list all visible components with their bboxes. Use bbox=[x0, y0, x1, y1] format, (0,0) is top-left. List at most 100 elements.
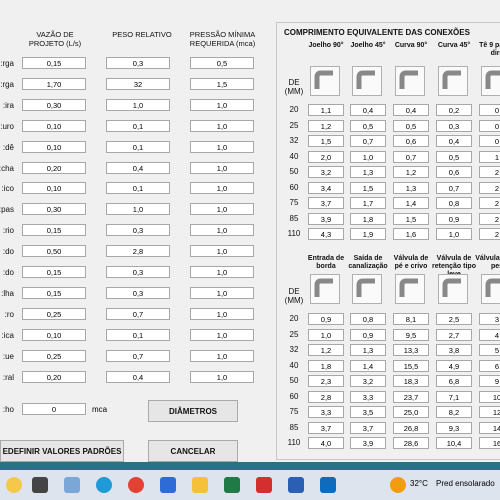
flow-input[interactable]: 0,30 bbox=[22, 203, 86, 215]
equiv-length-cell[interactable]: 0,8 bbox=[436, 197, 472, 209]
weight-input[interactable]: 0,3 bbox=[106, 266, 170, 278]
weight-input[interactable]: 0,4 bbox=[106, 371, 170, 383]
equiv-length-cell[interactable]: 0,9 bbox=[350, 329, 386, 341]
pressure-input[interactable]: 1,0 bbox=[190, 182, 254, 194]
flow-input[interactable]: 0,15 bbox=[22, 287, 86, 299]
equiv-length-cell[interactable]: 3,7 bbox=[308, 197, 344, 209]
equiv-length-cell[interactable]: 2 bbox=[479, 213, 500, 225]
equiv-length-cell[interactable]: 15,5 bbox=[393, 360, 429, 372]
equiv-length-cell[interactable]: 1,8 bbox=[308, 360, 344, 372]
equiv-length-cell[interactable]: 1,9 bbox=[350, 228, 386, 240]
equiv-length-cell[interactable]: 0,9 bbox=[436, 213, 472, 225]
weight-input[interactable]: 0,7 bbox=[106, 350, 170, 362]
equiv-length-cell[interactable]: 3,3 bbox=[308, 406, 344, 418]
equiv-length-cell[interactable]: 10 bbox=[479, 391, 500, 403]
flow-input[interactable]: 0,30 bbox=[22, 99, 86, 111]
equiv-length-cell[interactable]: 1,7 bbox=[350, 197, 386, 209]
pressure-input[interactable]: 1,0 bbox=[190, 350, 254, 362]
task-view-icon[interactable] bbox=[32, 477, 48, 493]
equiv-length-cell[interactable]: 2,5 bbox=[436, 313, 472, 325]
equiv-length-cell[interactable]: 23,7 bbox=[393, 391, 429, 403]
equiv-length-cell[interactable]: 7,1 bbox=[436, 391, 472, 403]
flow-input[interactable]: 0,15 bbox=[22, 224, 86, 236]
equiv-length-cell[interactable]: 1,6 bbox=[393, 228, 429, 240]
equiv-length-cell[interactable]: 0,6 bbox=[436, 166, 472, 178]
pressure-input[interactable]: 1,0 bbox=[190, 266, 254, 278]
pressure-input[interactable]: 1,0 bbox=[190, 141, 254, 153]
edge-icon[interactable] bbox=[96, 477, 112, 493]
pressure-input[interactable]: 1,0 bbox=[190, 329, 254, 341]
equiv-length-cell[interactable]: 6,8 bbox=[436, 375, 472, 387]
flow-input[interactable]: 0,10 bbox=[22, 141, 86, 153]
equiv-length-cell[interactable]: 1,2 bbox=[308, 120, 344, 132]
equiv-length-cell[interactable]: 0,9 bbox=[308, 313, 344, 325]
equiv-length-cell[interactable]: 2 bbox=[479, 228, 500, 240]
equiv-length-cell[interactable]: 14 bbox=[479, 422, 500, 434]
equiv-length-cell[interactable]: 3,7 bbox=[308, 422, 344, 434]
equiv-length-cell[interactable]: 25,0 bbox=[393, 406, 429, 418]
equiv-length-cell[interactable]: 0,5 bbox=[350, 120, 386, 132]
flow-input[interactable]: 0,25 bbox=[22, 308, 86, 320]
pressure-input[interactable]: 1,5 bbox=[190, 78, 254, 90]
pressure-input[interactable]: 1,0 bbox=[190, 99, 254, 111]
equiv-length-cell[interactable]: 28,6 bbox=[393, 437, 429, 449]
widgets-icon[interactable] bbox=[64, 477, 80, 493]
flow-input[interactable]: 1,70 bbox=[22, 78, 86, 90]
equiv-length-cell[interactable]: 0,4 bbox=[350, 104, 386, 116]
equiv-length-cell[interactable]: 10,4 bbox=[436, 437, 472, 449]
equiv-length-cell[interactable]: 0,5 bbox=[436, 151, 472, 163]
weight-input[interactable]: 0,3 bbox=[106, 287, 170, 299]
equiv-length-cell[interactable]: 1,5 bbox=[350, 182, 386, 194]
flow-input[interactable]: 0,50 bbox=[22, 245, 86, 257]
equiv-length-cell[interactable]: 0,2 bbox=[436, 104, 472, 116]
flow-input[interactable]: 0,10 bbox=[22, 329, 86, 341]
equiv-length-cell[interactable]: 3,2 bbox=[308, 166, 344, 178]
pressure-input[interactable]: 1,0 bbox=[190, 224, 254, 236]
equiv-length-cell[interactable]: 1,1 bbox=[308, 104, 344, 116]
equiv-length-cell[interactable]: 0,4 bbox=[436, 135, 472, 147]
equiv-length-cell[interactable]: 1,0 bbox=[308, 329, 344, 341]
equiv-length-cell[interactable]: 1,8 bbox=[350, 213, 386, 225]
equiv-length-cell[interactable]: 8,1 bbox=[393, 313, 429, 325]
flow-input[interactable]: 0,15 bbox=[22, 266, 86, 278]
weight-input[interactable]: 0,3 bbox=[106, 57, 170, 69]
flow-input[interactable]: 0,25 bbox=[22, 350, 86, 362]
weight-input[interactable]: 0,1 bbox=[106, 329, 170, 341]
equiv-length-cell[interactable]: 26,8 bbox=[393, 422, 429, 434]
weight-input[interactable]: 1,0 bbox=[106, 203, 170, 215]
weight-input[interactable]: 0,3 bbox=[106, 224, 170, 236]
equiv-length-cell[interactable]: 4,9 bbox=[436, 360, 472, 372]
weight-input[interactable]: 0,1 bbox=[106, 141, 170, 153]
equiv-length-cell[interactable]: 1,4 bbox=[350, 360, 386, 372]
extra-pressure-input[interactable]: 0 bbox=[22, 403, 86, 415]
pressure-input[interactable]: 1,0 bbox=[190, 245, 254, 257]
cancel-button[interactable]: CANCELAR bbox=[148, 440, 238, 462]
reset-defaults-button[interactable]: EDEFINIR VALORES PADRÕES bbox=[0, 440, 124, 462]
search-icon[interactable] bbox=[6, 477, 22, 493]
pressure-input[interactable]: 1,0 bbox=[190, 287, 254, 299]
flow-input[interactable]: 0,10 bbox=[22, 120, 86, 132]
flow-input[interactable]: 0,20 bbox=[22, 162, 86, 174]
equiv-length-cell[interactable]: 3,4 bbox=[308, 182, 344, 194]
chrome-icon[interactable] bbox=[128, 477, 144, 493]
equiv-length-cell[interactable]: 1,0 bbox=[350, 151, 386, 163]
weight-input[interactable]: 0,7 bbox=[106, 308, 170, 320]
weight-input[interactable]: 0,1 bbox=[106, 182, 170, 194]
equiv-length-cell[interactable]: 3 bbox=[479, 313, 500, 325]
equiv-length-cell[interactable]: 0,7 bbox=[350, 135, 386, 147]
equiv-length-cell[interactable]: 1,3 bbox=[350, 344, 386, 356]
outlook-icon[interactable] bbox=[320, 477, 336, 493]
equiv-length-cell[interactable]: 3,9 bbox=[350, 437, 386, 449]
equiv-length-cell[interactable]: 18,3 bbox=[393, 375, 429, 387]
pressure-input[interactable]: 1,0 bbox=[190, 162, 254, 174]
pressure-input[interactable]: 1,0 bbox=[190, 203, 254, 215]
word-icon[interactable] bbox=[288, 477, 304, 493]
acrobat-icon[interactable] bbox=[256, 477, 272, 493]
equiv-length-cell[interactable]: 2,0 bbox=[308, 151, 344, 163]
equiv-length-cell[interactable]: 0,5 bbox=[393, 120, 429, 132]
weight-input[interactable]: 32 bbox=[106, 78, 170, 90]
equiv-length-cell[interactable]: 4 bbox=[479, 329, 500, 341]
excel-icon[interactable] bbox=[224, 477, 240, 493]
pressure-input[interactable]: 1,0 bbox=[190, 308, 254, 320]
diametros-button[interactable]: DIÂMETROS bbox=[148, 400, 238, 422]
